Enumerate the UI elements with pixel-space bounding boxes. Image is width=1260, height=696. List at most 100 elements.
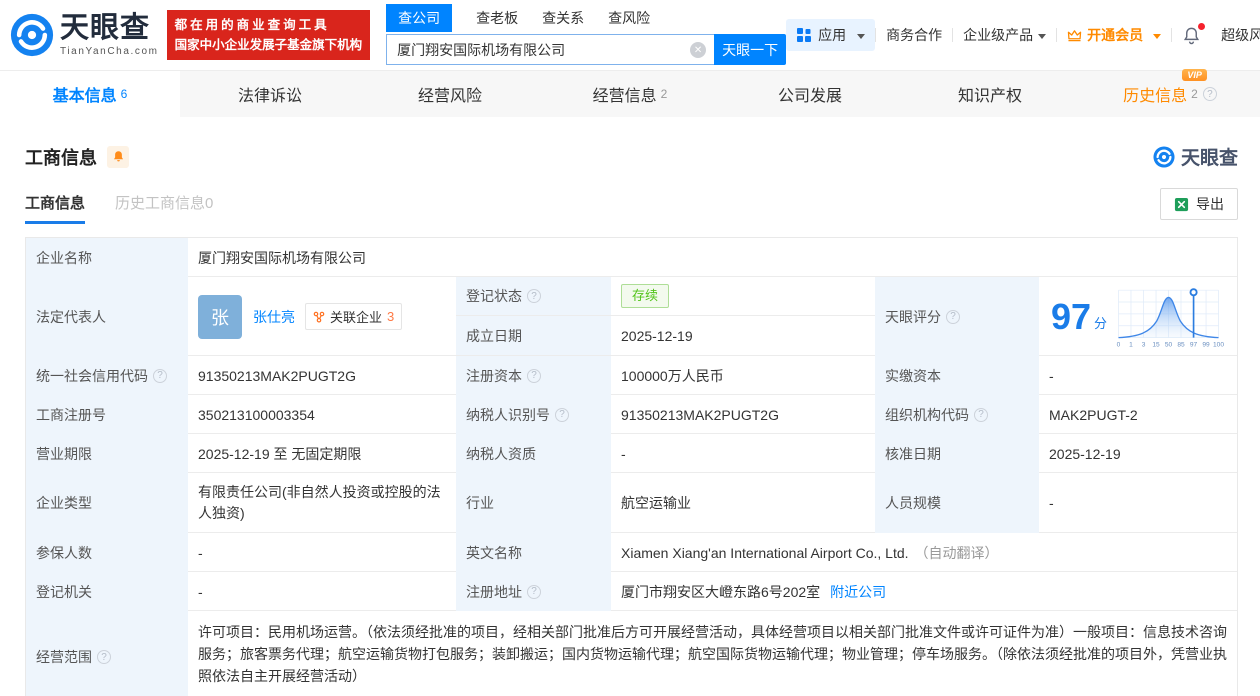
clear-icon[interactable] <box>690 42 706 58</box>
tab-basic-info[interactable]: 基本信息 6 <box>0 71 180 117</box>
tab-label: 基本信息 <box>53 82 117 106</box>
tyc-score-cell[interactable]: 97 分 <box>1039 277 1239 356</box>
slogan-line2: 国家中小企业发展子基金旗下机构 <box>175 35 363 55</box>
help-icon[interactable] <box>97 650 111 664</box>
help-icon[interactable] <box>555 408 569 422</box>
apps-menu[interactable]: 应用 <box>786 19 875 51</box>
value-text: 航空运输业 <box>621 493 691 513</box>
subtab-business-info[interactable]: 工商信息 <box>25 192 85 224</box>
search-button[interactable]: 天眼一下 <box>714 34 786 65</box>
tianyancha-logo[interactable]: 天眼查 TianYanCha.com <box>10 13 159 57</box>
brand-slogan-banner: 都在用的商业查询工具 国家中小企业发展子基金旗下机构 <box>167 10 371 60</box>
help-icon[interactable] <box>974 408 988 422</box>
help-icon[interactable] <box>1203 87 1217 101</box>
bell-icon <box>112 150 125 163</box>
enterprise-products-menu[interactable]: 企业级产品 <box>953 25 1056 45</box>
logo-text-block: 天眼查 TianYanCha.com <box>60 14 159 57</box>
help-icon[interactable] <box>153 369 167 383</box>
label-text: 核准日期 <box>885 444 941 464</box>
open-vip-menu[interactable]: 开通会员 <box>1057 25 1171 45</box>
value-text: 2025-12-19 <box>621 328 693 344</box>
field-label-reg-status: 登记状态 <box>456 277 611 315</box>
label-text: 登记状态 <box>466 286 522 306</box>
status-badge: 存续 <box>621 284 669 308</box>
field-value-taxpayer-id: 91350213MAK2PUGT2G <box>611 395 875 434</box>
field-label-legal-rep: 法定代表人 <box>26 277 188 356</box>
field-label-english-name: 英文名称 <box>456 533 611 572</box>
value-text: - <box>198 584 203 600</box>
label-text: 人员规模 <box>885 493 941 513</box>
value-text: 91350213MAK2PUGT2G <box>621 407 779 423</box>
help-icon[interactable] <box>527 369 541 383</box>
table-row: 企业类型 有限责任公司(非自然人投资或控股的法人独资) 行业 航空运输业 人员规… <box>26 473 1237 533</box>
value-text: - <box>1049 368 1054 384</box>
tab-count: 2 <box>1191 87 1198 101</box>
tab-history-info[interactable]: VIP 历史信息 2 <box>1080 71 1260 117</box>
help-icon[interactable] <box>946 310 960 324</box>
field-value-reg-status: 存续 <box>611 277 875 315</box>
field-label-tyc-score: 天眼评分 <box>875 277 1039 356</box>
related-companies-badge[interactable]: 关联企业 3 <box>305 303 402 330</box>
subscribe-bell-button[interactable] <box>107 146 129 168</box>
field-value-company-name: 厦门翔安国际机场有限公司 <box>188 238 1239 277</box>
tab-operating-info[interactable]: 经营信息 2 <box>540 71 720 117</box>
business-coop-link[interactable]: 商务合作 <box>876 25 952 45</box>
field-label-taxpayer-quality: 纳税人资质 <box>456 434 611 473</box>
super-risk-menu[interactable]: 超级风... <box>1211 25 1260 45</box>
logo-name: 天眼查 <box>60 14 159 43</box>
field-label-approval-date: 核准日期 <box>875 434 1039 473</box>
score-marker-pin <box>1191 289 1197 295</box>
value-text: Xiamen Xiang'an International Airport Co… <box>621 545 909 561</box>
svg-text:99: 99 <box>1202 341 1210 348</box>
subtab-history-business-info[interactable]: 历史工商信息0 <box>115 192 213 224</box>
label-text: 纳税人资质 <box>466 444 536 464</box>
label-text: 英文名称 <box>466 543 522 563</box>
tab-legal-proceedings[interactable]: 法律诉讼 <box>180 71 360 117</box>
search-bar: 天眼一下 <box>386 34 786 65</box>
notification-dot <box>1198 23 1205 30</box>
search-tab-risk[interactable]: 查风险 <box>608 8 650 28</box>
notifications-button[interactable] <box>1172 26 1211 45</box>
excel-icon <box>1174 197 1189 212</box>
crown-icon <box>1067 29 1082 42</box>
score-axis-labels: 0 1 3 15 50 85 97 99 100 <box>1117 341 1224 348</box>
legal-rep-link[interactable]: 张仕亮 <box>253 307 295 327</box>
export-button[interactable]: 导出 <box>1160 188 1238 220</box>
company-nav-tabs: 基本信息 6 法律诉讼 经营风险 经营信息 2 公司发展 <box>0 70 1260 117</box>
tab-label: 知识产权 <box>958 82 1022 106</box>
score-value: 97 <box>1051 299 1091 335</box>
search-tab-boss[interactable]: 查老板 <box>476 8 518 28</box>
tab-intellectual-property[interactable]: 知识产权 <box>900 71 1080 117</box>
label-text: 统一社会信用代码 <box>36 366 148 386</box>
field-value-english-name: Xiamen Xiang'an International Airport Co… <box>611 533 1239 572</box>
label-text: 登记机关 <box>36 582 92 602</box>
section-title: 工商信息 <box>25 144 97 170</box>
tab-inner: 经营风险 <box>418 82 482 106</box>
field-label-company-type: 企业类型 <box>26 473 188 533</box>
field-label-establish-date: 成立日期 <box>456 316 611 355</box>
search-tab-company[interactable]: 查公司 <box>386 4 452 32</box>
subtabs: 工商信息 历史工商信息0 <box>25 192 213 224</box>
field-value-business-scope: 许可项目：民用机场运营。（依法须经批准的项目，经相关部门批准后方可开展经营活动，… <box>188 611 1239 696</box>
enterprise-products-label: 企业级产品 <box>963 25 1033 45</box>
search-tabs: 查公司 查老板 查关系 查风险 <box>386 5 786 31</box>
table-row: 法定代表人 张 张仕亮 关联企业 3 <box>26 277 1237 356</box>
svg-text:100: 100 <box>1213 341 1224 348</box>
svg-text:97: 97 <box>1190 341 1198 348</box>
tab-label: 历史信息 <box>1123 82 1187 106</box>
avatar[interactable]: 张 <box>198 295 242 339</box>
search-tab-relation[interactable]: 查关系 <box>542 8 584 28</box>
nearby-companies-link[interactable]: 附近公司 <box>830 582 886 602</box>
help-icon[interactable] <box>527 289 541 303</box>
table-subrow: 登记状态 存续 <box>456 277 875 316</box>
help-icon[interactable] <box>527 585 541 599</box>
related-count: 3 <box>387 309 394 324</box>
super-risk-label: 超级风... <box>1221 25 1260 45</box>
tianyancha-logo-icon <box>10 13 54 57</box>
value-text: 厦门翔安国际机场有限公司 <box>198 248 366 268</box>
search-input[interactable] <box>387 35 714 64</box>
tab-inner: VIP 历史信息 2 <box>1123 82 1217 106</box>
tianyancha-company-page: 天眼查 TianYanCha.com 都在用的商业查询工具 国家中小企业发展子基… <box>0 0 1260 696</box>
tab-company-development[interactable]: 公司发展 <box>720 71 900 117</box>
tab-operating-risk[interactable]: 经营风险 <box>360 71 540 117</box>
